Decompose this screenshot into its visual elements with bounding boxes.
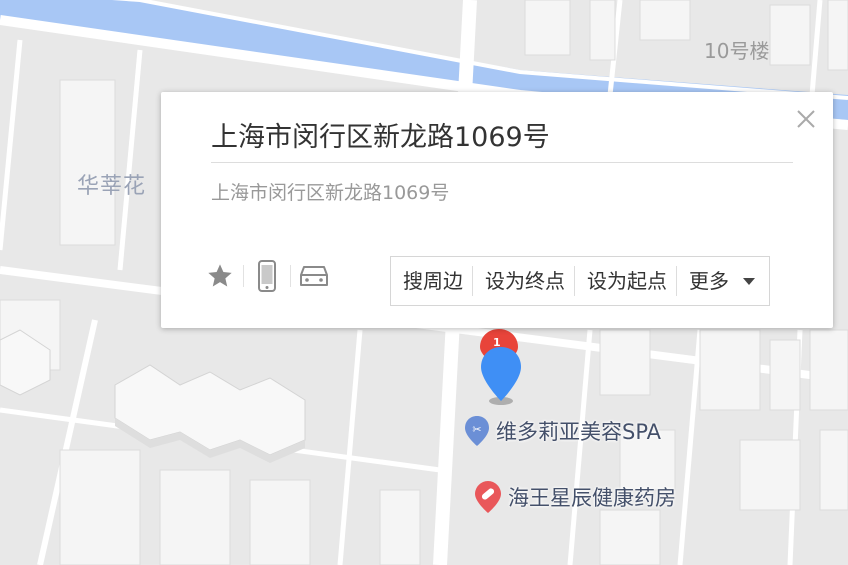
more-label: 更多 bbox=[689, 269, 729, 293]
poi-pharmacy[interactable]: 海王星辰健康药房 bbox=[474, 480, 676, 514]
map-view[interactable]: 10号楼 华莘花 1 ✂ 维多莉亚美容SPA 海王星辰健康药房 上海市闵行区新龙… bbox=[0, 0, 848, 565]
blue-pin-icon bbox=[481, 347, 521, 405]
poi-name: 维多莉亚美容SPA bbox=[496, 420, 662, 444]
area-label: 华莘花 bbox=[77, 174, 147, 199]
popup-title: 上海市闵行区新龙路1069号 bbox=[211, 118, 793, 163]
building-label: 10号楼 bbox=[704, 39, 770, 63]
poi-spa[interactable]: ✂ 维多莉亚美容SPA bbox=[464, 415, 661, 447]
popup-action-bar: 搜周边 设为终点 设为起点 更多 bbox=[390, 256, 770, 306]
popup-address: 上海市闵行区新龙路1069号 bbox=[211, 182, 450, 204]
phone-icon[interactable] bbox=[244, 260, 290, 292]
set-destination-button[interactable]: 设为终点 bbox=[473, 257, 574, 305]
close-icon[interactable] bbox=[795, 108, 817, 130]
chevron-down-icon bbox=[743, 277, 755, 285]
pharmacy-icon bbox=[475, 481, 501, 513]
popup-tools bbox=[197, 260, 337, 292]
location-info-popup: 上海市闵行区新龙路1069号 上海市闵行区新龙路1069号 搜周边 设为终点 设… bbox=[161, 92, 833, 328]
star-icon[interactable] bbox=[197, 260, 243, 292]
car-icon[interactable] bbox=[291, 260, 337, 292]
spa-icon: ✂ bbox=[465, 416, 489, 446]
more-button[interactable]: 更多 bbox=[677, 257, 769, 305]
poi-name: 海王星辰健康药房 bbox=[508, 486, 676, 510]
search-nearby-button[interactable]: 搜周边 bbox=[391, 257, 472, 305]
location-marker[interactable] bbox=[479, 345, 525, 411]
set-origin-button[interactable]: 设为起点 bbox=[575, 257, 676, 305]
svg-text:✂: ✂ bbox=[472, 423, 481, 436]
